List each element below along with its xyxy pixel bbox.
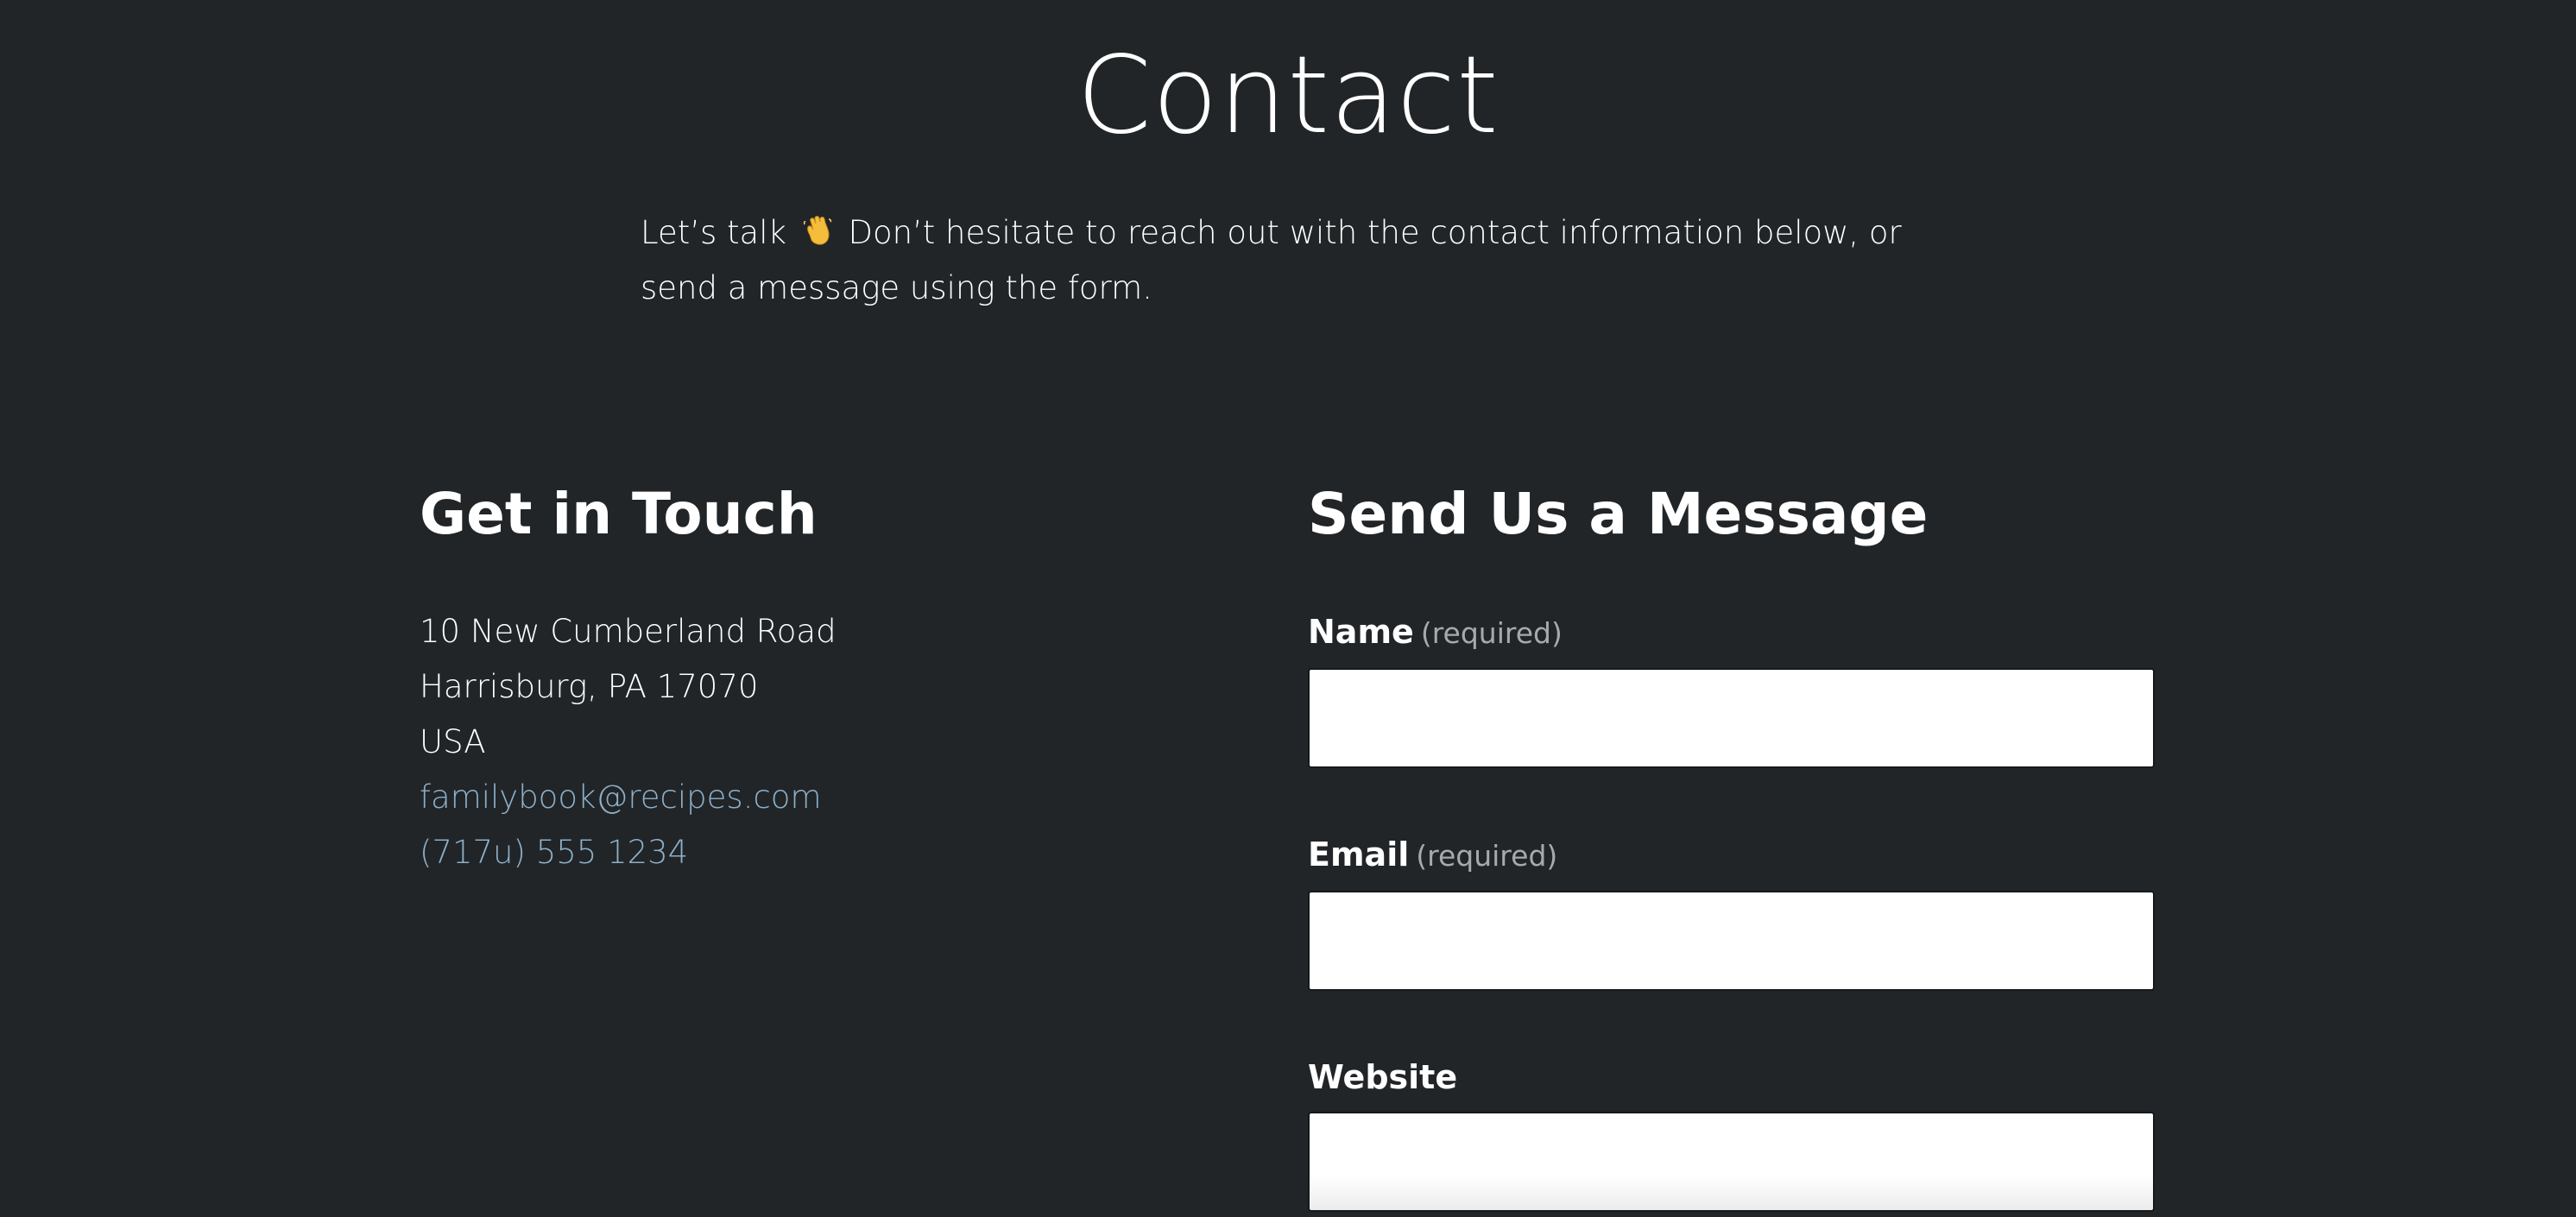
intro-text: Let’s talk Don’t hesitate to reach out w… — [641, 205, 1935, 316]
email-input[interactable] — [1308, 891, 2155, 991]
phone-link[interactable]: (717u) 555 1234 — [420, 834, 688, 871]
name-label: Name (required) — [1308, 613, 1563, 651]
email-field: Email (required) — [1308, 827, 2155, 991]
name-input[interactable] — [1308, 668, 2155, 768]
get-in-touch-heading: Get in Touch — [420, 481, 818, 547]
website-label-text: Website — [1308, 1058, 1458, 1096]
name-required-note: (required) — [1420, 616, 1563, 650]
website-label: Website — [1308, 1058, 1457, 1096]
email-required-note: (required) — [1416, 839, 1558, 873]
contact-form: Name (required) Email (required) Website — [1308, 604, 2155, 1212]
page-title: Contact — [1076, 34, 1500, 158]
waving-hand-icon — [803, 216, 831, 245]
contact-info: 10 New Cumberland Road Harrisburg, PA 17… — [420, 604, 837, 880]
name-label-text: Name — [1308, 613, 1414, 651]
website-field: Website — [1308, 1050, 2155, 1212]
email-label: Email (required) — [1308, 836, 1557, 873]
address-line-1: 10 New Cumberland Road — [420, 613, 837, 650]
address-line-2: Harrisburg, PA 17070 — [420, 668, 759, 705]
send-message-heading: Send Us a Message — [1308, 481, 1929, 547]
email-link[interactable]: familybook@recipes.com — [420, 779, 821, 816]
email-label-text: Email — [1308, 836, 1410, 873]
address-country: USA — [420, 723, 486, 760]
website-input[interactable] — [1308, 1112, 2155, 1212]
intro-lead: Let’s talk — [641, 214, 786, 251]
name-field: Name (required) — [1308, 604, 2155, 768]
